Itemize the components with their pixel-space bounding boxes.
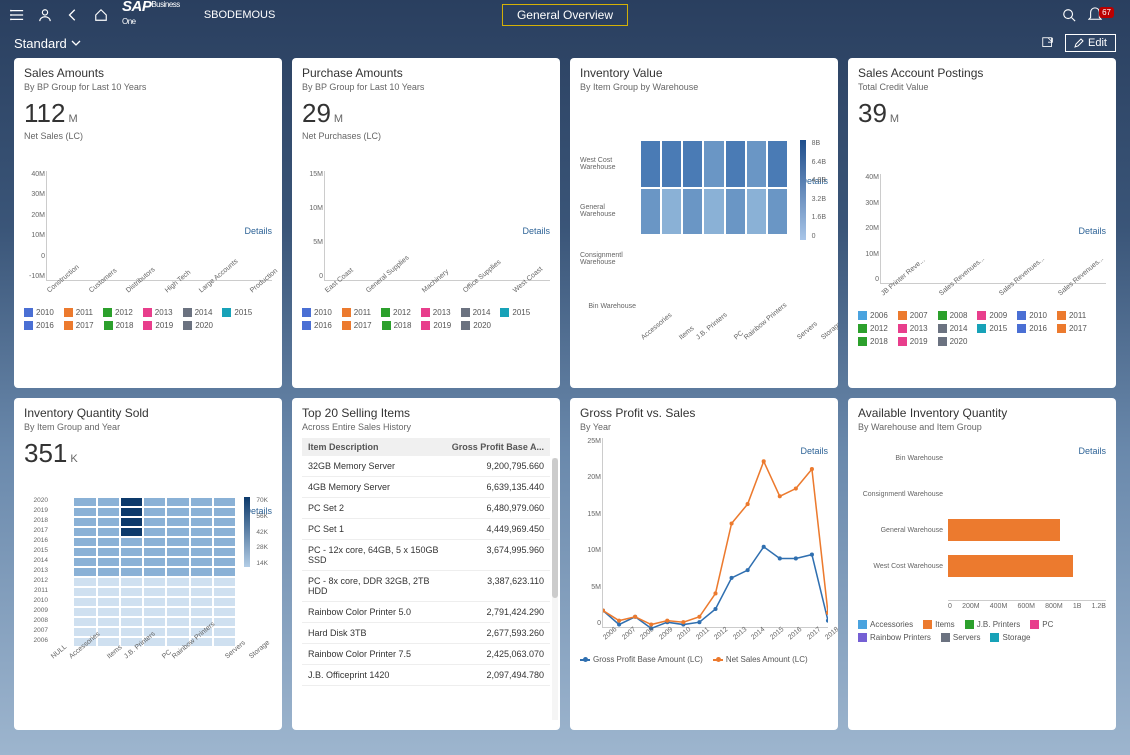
kpi-value: 351K <box>24 438 272 469</box>
table-row[interactable]: PC Set 26,480,979.060 <box>302 498 550 519</box>
card-title: Sales Amounts <box>24 66 272 80</box>
scrollbar-thumb[interactable] <box>552 458 558 598</box>
inventory-value-heatmap: West Cost WarehouseGeneral WarehouseCons… <box>580 140 788 330</box>
table-row[interactable]: PC - 8x core, DDR 32GB, 2TB HDD3,387,623… <box>302 571 550 602</box>
table-row[interactable]: PC - 12x core, 64GB, 5 x 150GB SSD3,674,… <box>302 540 550 571</box>
kpi-label: Net Purchases (LC) <box>302 131 550 141</box>
table-row[interactable]: Hard Disk 3TB2,677,593.260 <box>302 623 550 644</box>
card-purchase-amounts[interactable]: Purchase Amounts By BP Group for Last 10… <box>292 58 560 388</box>
card-gross-profit[interactable]: Gross Profit vs. Sales By Year Details 2… <box>570 398 838 730</box>
card-sales-postings[interactable]: Sales Account Postings Total Credit Valu… <box>848 58 1116 388</box>
table-row[interactable]: Rainbow Color Printer 5.02,791,424.290 <box>302 602 550 623</box>
col-header-item[interactable]: Item Description <box>308 442 446 452</box>
card-subtitle: By BP Group for Last 10 Years <box>24 82 272 92</box>
card-subtitle: By BP Group for Last 10 Years <box>302 82 550 92</box>
kpi-value: 29M <box>302 98 550 129</box>
legend: 2010201120122013201420152016201720182019… <box>302 308 550 330</box>
table-row[interactable]: PC Set 14,449,969.450 <box>302 519 550 540</box>
notifications-icon[interactable]: 67 <box>1088 7 1120 24</box>
kpi-value: 112M <box>24 98 272 129</box>
share-icon[interactable] <box>1041 36 1055 50</box>
available-inventory-bars: Bin WarehouseConsignmentl WarehouseGener… <box>948 440 1106 600</box>
pencil-icon <box>1074 38 1084 48</box>
gross-profit-line-chart: 25M20M15M10M5M0 <box>602 438 828 628</box>
search-icon[interactable] <box>1062 8 1076 22</box>
card-subtitle: By Year <box>580 422 828 432</box>
sap-logo: SAPBusinessOne <box>122 0 180 32</box>
sales-amounts-chart: 40M30M20M10M0-10M <box>46 171 272 281</box>
page-title: General Overview <box>517 8 613 22</box>
card-inventory-value[interactable]: Inventory Value By Item Group by Warehou… <box>570 58 838 388</box>
card-subtitle: By Item Group by Warehouse <box>580 82 828 92</box>
legend: AccessoriesItemsJ.B. PrintersPCRainbow P… <box>858 620 1106 642</box>
inventory-sold-heatmap: 2020201920182017201620152014201320122011… <box>24 497 236 647</box>
variant-dropdown[interactable]: Standard <box>14 36 81 51</box>
table-row[interactable]: 4GB Memory Server6,639,135.440 <box>302 477 550 498</box>
legend: Gross Profit Base Amount (LC)Net Sales A… <box>580 655 828 664</box>
variant-label: Standard <box>14 36 67 51</box>
card-subtitle: Total Credit Value <box>858 82 1106 92</box>
card-inventory-sold[interactable]: Inventory Quantity Sold By Item Group an… <box>14 398 282 730</box>
col-header-profit[interactable]: Gross Profit Base A... <box>446 442 544 452</box>
card-title: Inventory Quantity Sold <box>24 406 272 420</box>
card-top20[interactable]: Top 20 Selling Items Across Entire Sales… <box>292 398 560 730</box>
card-title: Gross Profit vs. Sales <box>580 406 828 420</box>
edit-button[interactable]: Edit <box>1065 34 1116 52</box>
card-title: Sales Account Postings <box>858 66 1106 80</box>
card-title: Inventory Value <box>580 66 828 80</box>
chevron-down-icon <box>71 38 81 48</box>
menu-icon[interactable] <box>10 8 24 22</box>
card-subtitle: By Item Group and Year <box>24 422 272 432</box>
company-label: SBODEMOUS <box>204 9 276 21</box>
edit-label: Edit <box>1088 37 1107 49</box>
top20-table: Item Description Gross Profit Base A... … <box>302 438 550 686</box>
card-sales-amounts[interactable]: Sales Amounts By BP Group for Last 10 Ye… <box>14 58 282 388</box>
card-title: Top 20 Selling Items <box>302 406 550 420</box>
top-bar: SAPBusinessOne SBODEMOUS General Overvie… <box>0 0 1130 30</box>
legend: 2006200720082009201020112012201320142015… <box>858 311 1106 346</box>
back-icon[interactable] <box>66 8 80 22</box>
card-title: Purchase Amounts <box>302 66 550 80</box>
card-subtitle: By Warehouse and Item Group <box>858 422 1106 432</box>
legend: 2010201120122013201420152016201720182019… <box>24 308 272 330</box>
card-available-inventory[interactable]: Available Inventory Quantity By Warehous… <box>848 398 1116 730</box>
table-row[interactable]: 32GB Memory Server9,200,795.660 <box>302 456 550 477</box>
table-row[interactable]: Rainbow Color Printer 7.52,425,063.070 <box>302 644 550 665</box>
home-icon[interactable] <box>94 8 108 22</box>
page-title-badge: General Overview <box>502 4 628 26</box>
card-subtitle: Across Entire Sales History <box>302 422 550 432</box>
sub-bar: Standard Edit <box>0 30 1130 58</box>
kpi-value: 39M <box>858 98 1106 129</box>
notification-badge: 67 <box>1099 7 1114 18</box>
kpi-label: Net Sales (LC) <box>24 131 272 141</box>
user-icon[interactable] <box>38 8 52 22</box>
purchase-amounts-chart: 15M10M5M0 <box>324 171 550 281</box>
table-row[interactable]: J.B. Officeprint 14202,097,494.780 <box>302 665 550 686</box>
card-title: Available Inventory Quantity <box>858 406 1106 420</box>
